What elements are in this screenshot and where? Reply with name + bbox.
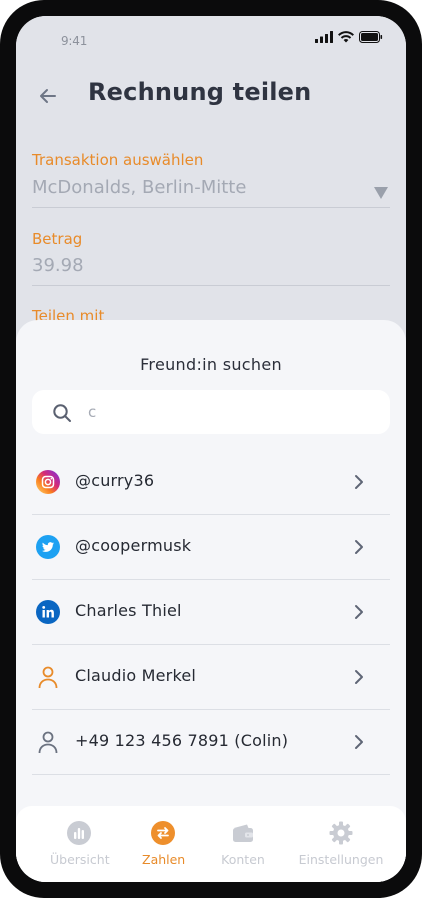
list-item-label: @coopermusk xyxy=(75,536,192,555)
list-item-label: @curry36 xyxy=(75,471,155,490)
amount-label: Betrag xyxy=(32,230,83,248)
chevron-right-icon xyxy=(355,605,363,619)
twitter-icon xyxy=(36,535,60,559)
arrow-left-icon xyxy=(40,89,56,103)
chart-icon xyxy=(67,821,91,845)
divider xyxy=(32,207,390,208)
chevron-right-icon xyxy=(355,670,363,684)
friend-search-sheet: Freund:in suchen c @curry36 @coopermusk … xyxy=(16,320,406,882)
list-item[interactable]: @curry36 xyxy=(32,450,390,515)
signal-icon xyxy=(315,31,333,43)
wallet-icon xyxy=(233,824,253,842)
list-item[interactable]: +49 123 456 7891 (Colin) xyxy=(32,710,390,775)
screen: 9:41 Rechnung teilen Transaktion auswähl… xyxy=(16,16,406,882)
divider xyxy=(32,285,390,286)
search-box[interactable] xyxy=(32,390,390,434)
list-item-label: Claudio Merkel xyxy=(75,666,197,685)
search-icon xyxy=(53,404,71,422)
battery-icon xyxy=(359,31,383,43)
tab-label: Zahlen xyxy=(142,852,186,867)
chevron-right-icon xyxy=(355,475,363,489)
tab-label: Konten xyxy=(221,852,265,867)
chevron-right-icon xyxy=(355,540,363,554)
list-item[interactable]: Charles Thiel xyxy=(32,580,390,645)
tab-einstellungen[interactable]: Einstellungen xyxy=(298,820,384,867)
transaction-select-value[interactable]: McDonalds, Berlin-Mitte xyxy=(32,177,246,198)
list-item[interactable]: @coopermusk xyxy=(32,515,390,580)
linkedin-icon xyxy=(36,600,60,624)
gear-icon xyxy=(329,821,353,845)
wifi-icon xyxy=(338,31,354,43)
transfer-icon xyxy=(151,821,175,845)
tab-uebersicht[interactable]: Übersicht xyxy=(50,820,110,867)
sheet-title: Freund:in suchen xyxy=(140,355,282,374)
tab-label: Einstellungen xyxy=(298,852,384,867)
page-title: Rechnung teilen xyxy=(88,78,312,106)
list-item-label: Charles Thiel xyxy=(75,601,182,620)
phone-frame: 9:41 Rechnung teilen Transaktion auswähl… xyxy=(0,0,422,898)
tab-label: Übersicht xyxy=(50,852,110,867)
chevron-right-icon xyxy=(355,735,363,749)
tab-bar: Übersicht Zahlen Konten Einstellungen xyxy=(16,806,406,882)
status-icons xyxy=(315,31,383,43)
person-icon xyxy=(38,666,58,689)
person-icon xyxy=(38,731,58,754)
tab-konten[interactable]: Konten xyxy=(218,820,268,867)
amount-input[interactable]: 39.98 xyxy=(32,255,84,276)
tab-zahlen[interactable]: Zahlen xyxy=(142,820,186,867)
dropdown-arrow-icon[interactable] xyxy=(374,184,388,199)
list-item-label: +49 123 456 7891 (Colin) xyxy=(75,731,289,750)
transaction-label: Transaktion auswählen xyxy=(32,151,204,169)
search-input[interactable] xyxy=(88,400,378,424)
instagram-icon xyxy=(36,470,60,494)
list-item[interactable]: Claudio Merkel xyxy=(32,645,390,710)
back-button[interactable] xyxy=(36,84,60,108)
status-time: 9:41 xyxy=(61,34,88,48)
